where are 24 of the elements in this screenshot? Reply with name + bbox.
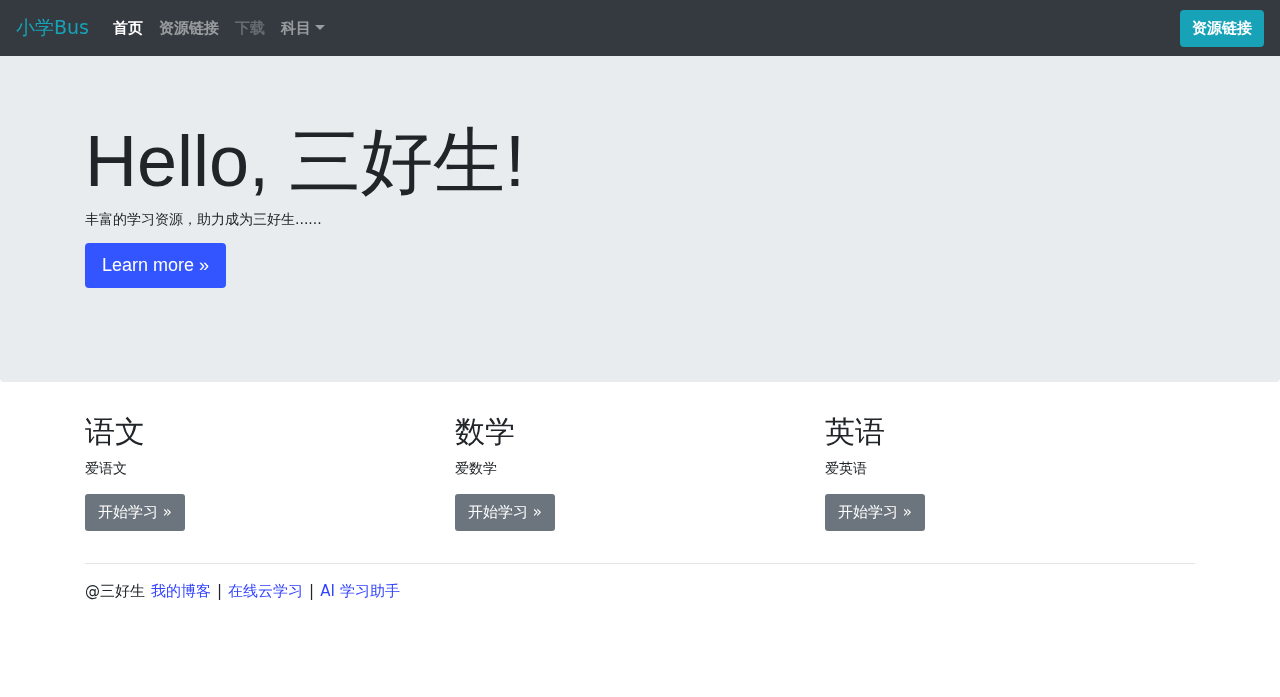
hero-subtitle: 丰富的学习资源，助力成为三好生...... [85, 210, 323, 229]
footer-separator: | [309, 582, 315, 601]
subject-text: 爱数学 [455, 460, 498, 478]
subject-text: 爱语文 [85, 460, 128, 478]
footer-owner: @三好生 [85, 582, 145, 601]
start-button[interactable]: 开始学习 » [85, 494, 185, 531]
start-button[interactable]: 开始学习 » [455, 494, 555, 531]
start-button[interactable]: 开始学习 » [825, 494, 925, 531]
nav-dropdown[interactable]: 科目 [281, 18, 325, 38]
hero-title: Hello, 三好生! [85, 120, 527, 203]
nav-link[interactable]: 资源链接 [159, 18, 219, 38]
footer-separator: | [217, 582, 223, 601]
nav-link[interactable]: 首页 [113, 18, 143, 38]
brand-link[interactable]: 小学Bus [16, 15, 89, 41]
footer-link[interactable]: 我的博客 [151, 582, 211, 601]
subject-title: 数学 [455, 414, 516, 450]
footer-link[interactable]: AI 学习助手 [320, 582, 400, 601]
subject-text: 爱英语 [825, 460, 868, 478]
footer-link[interactable]: 在线云学习 [228, 582, 304, 601]
learn-more-button[interactable]: Learn more » [85, 242, 227, 288]
resource-button[interactable]: 资源链接 [1180, 9, 1264, 47]
caret-icon [315, 25, 325, 31]
subject-title: 语文 [85, 414, 146, 450]
subject-title: 英语 [825, 414, 886, 450]
